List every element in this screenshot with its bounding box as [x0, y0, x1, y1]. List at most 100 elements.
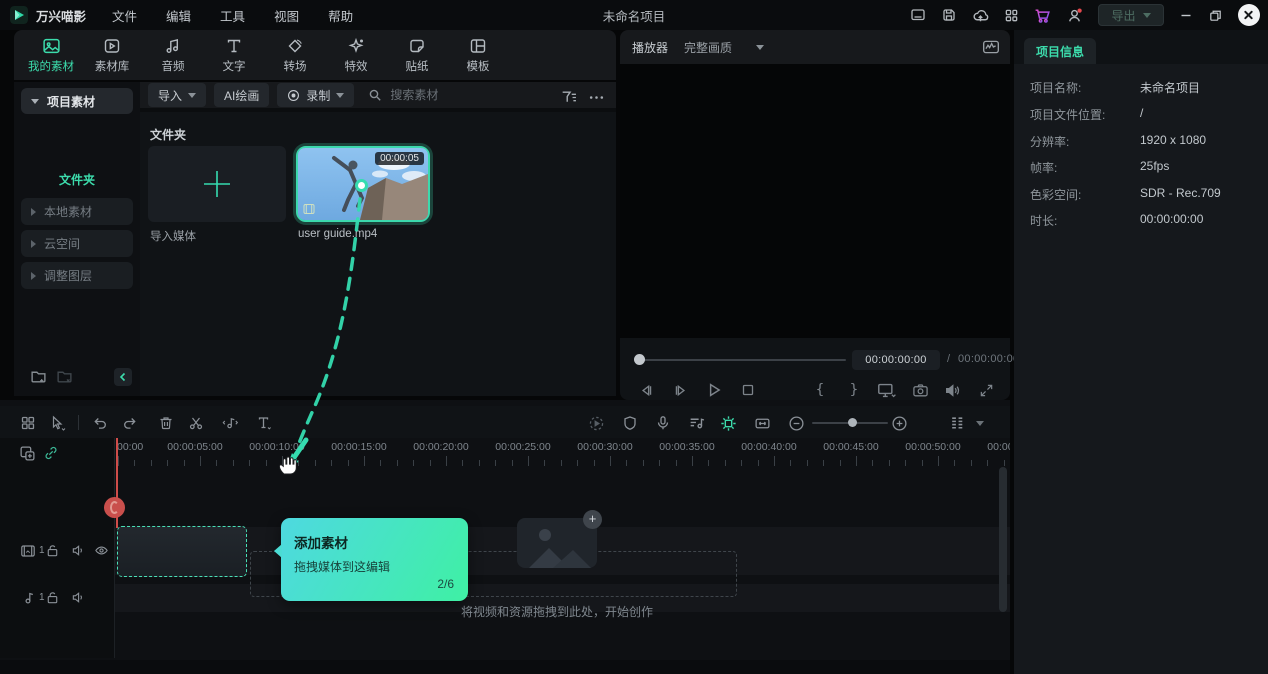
audio-track-mute-button[interactable]: [71, 590, 86, 605]
split-button[interactable]: [187, 414, 205, 432]
delete-button[interactable]: [157, 414, 175, 432]
record-button[interactable]: 录制: [277, 83, 354, 107]
add-media-plus-button[interactable]: +: [583, 510, 602, 529]
stop-button[interactable]: [738, 380, 758, 400]
seek-handle[interactable]: [634, 354, 645, 365]
select-tool-button[interactable]: [49, 414, 67, 432]
filmora-window: 万兴喵影 文件 编辑 工具 视图 帮助 未命名项目 导出 我的素材: [0, 0, 1268, 674]
ruler-tick: [1004, 460, 1005, 466]
tab-audio[interactable]: 音频: [146, 37, 200, 74]
sidebar-item-adjustment-layer[interactable]: 调整图层: [21, 262, 133, 289]
add-track-button[interactable]: [19, 445, 36, 462]
cloud-upload-button[interactable]: [972, 7, 989, 24]
video-track-visibility-button[interactable]: [94, 543, 109, 558]
tab-stickers[interactable]: 贴纸: [390, 37, 444, 74]
tab-my-media[interactable]: 我的素材: [24, 37, 78, 74]
import-button[interactable]: 导入: [148, 83, 206, 107]
ruler-tick: [512, 460, 513, 466]
seek-bar[interactable]: [638, 359, 846, 361]
play-button[interactable]: [704, 380, 724, 400]
ruler-tick: [610, 456, 611, 466]
search-input[interactable]: [390, 88, 510, 102]
audio-note-icon: [164, 37, 182, 55]
filter-button[interactable]: [560, 89, 577, 106]
ruler-tick: [167, 460, 168, 466]
marker-button[interactable]: [621, 414, 639, 432]
sidebar-item-local-media[interactable]: 本地素材: [21, 198, 133, 225]
zoom-slider-handle[interactable]: [848, 418, 857, 427]
voiceover-button[interactable]: [654, 414, 672, 432]
display-mode-button[interactable]: [876, 380, 896, 400]
ai-painting-button[interactable]: AI绘画: [214, 83, 269, 107]
export-button[interactable]: 导出: [1098, 4, 1164, 26]
audio-track-lock-button[interactable]: [45, 590, 60, 605]
account-button[interactable]: [1066, 7, 1083, 24]
menu-edit[interactable]: 编辑: [166, 6, 191, 25]
ruler-tick: [774, 456, 775, 466]
menu-view[interactable]: 视图: [274, 6, 299, 25]
video-track-mute-button[interactable]: [71, 543, 86, 558]
link-clips-button[interactable]: [43, 445, 59, 461]
menu-help[interactable]: 帮助: [328, 6, 353, 25]
sidebar-item-cloud-space[interactable]: 云空间: [21, 230, 133, 257]
render-preview-button[interactable]: [587, 414, 605, 432]
audio-stretch-button[interactable]: [221, 414, 239, 432]
fullscreen-button[interactable]: [976, 380, 996, 400]
ruler-tick: [692, 456, 693, 466]
volume-button[interactable]: [942, 380, 962, 400]
text-tool-button[interactable]: [255, 414, 273, 432]
minimize-button[interactable]: [1179, 8, 1193, 22]
crop-range-button[interactable]: [753, 414, 771, 432]
zoom-out-button[interactable]: [787, 414, 805, 432]
tab-templates[interactable]: 模板: [451, 37, 505, 74]
menu-file[interactable]: 文件: [112, 6, 137, 25]
snapshot-button[interactable]: [910, 380, 930, 400]
previous-frame-button[interactable]: [636, 380, 656, 400]
track-height-button[interactable]: [948, 414, 966, 432]
scope-button[interactable]: [982, 38, 1000, 56]
sidebar-item-folders[interactable]: 文件夹: [21, 169, 133, 189]
auto-ripple-button[interactable]: [719, 414, 737, 432]
playhead-handle[interactable]: [104, 497, 125, 518]
timeline-vertical-scrollbar[interactable]: [999, 467, 1007, 612]
menu-tools[interactable]: 工具: [220, 6, 245, 25]
media-clip-thumbnail[interactable]: 00:00:05: [296, 146, 430, 222]
collapse-sidebar-button[interactable]: [114, 368, 132, 386]
layout-mode-button[interactable]: [910, 7, 926, 23]
quality-select[interactable]: 完整画质: [684, 39, 764, 56]
project-info-panel: 项目信息 项目名称:未命名项目 项目文件位置:/ 分辨率:1920 x 1080…: [1014, 30, 1268, 674]
tab-project-info[interactable]: 项目信息: [1024, 38, 1096, 64]
tab-stock-library[interactable]: 素材库: [85, 37, 139, 74]
next-frame-icon: [672, 382, 689, 399]
player-viewport[interactable]: [620, 64, 1010, 338]
tab-text[interactable]: 文字: [207, 37, 261, 74]
mark-out-button[interactable]: }: [844, 380, 864, 400]
next-frame-button[interactable]: [670, 380, 690, 400]
track-layout-button[interactable]: [19, 414, 37, 432]
save-button[interactable]: [941, 7, 957, 23]
ruler-tick: [987, 460, 988, 466]
store-button[interactable]: [1034, 7, 1051, 24]
drag-origin-handle[interactable]: [355, 179, 368, 192]
zoom-in-button[interactable]: [890, 414, 908, 432]
timeline-ruler[interactable]: 00:0000:00:05:0000:00:10:0000:00:15:0000…: [115, 438, 1010, 468]
sidebar-item-project-media[interactable]: 项目素材: [21, 88, 133, 114]
info-row-colorspace: 色彩空间:SDR - Rec.709: [1030, 186, 1260, 204]
speaker-icon: [71, 590, 86, 605]
redo-button[interactable]: [121, 414, 139, 432]
tab-effects[interactable]: 特效: [329, 37, 383, 74]
audio-mixer-button[interactable]: [687, 414, 705, 432]
restore-button[interactable]: [1208, 8, 1223, 23]
close-button[interactable]: [1238, 4, 1260, 26]
new-folder-button[interactable]: [30, 368, 47, 385]
undo-button[interactable]: [91, 414, 109, 432]
more-options-button[interactable]: [588, 89, 605, 106]
import-media-tile[interactable]: [148, 146, 286, 222]
filter-icon: [560, 89, 577, 106]
tab-transition[interactable]: 转场: [268, 37, 322, 74]
video-track-lock-button[interactable]: [45, 543, 60, 558]
delete-folder-button[interactable]: [56, 368, 73, 385]
ruler-label: 00:00:10:00: [249, 441, 304, 453]
workspace-button[interactable]: [1004, 8, 1019, 23]
mark-in-button[interactable]: {: [810, 380, 830, 400]
